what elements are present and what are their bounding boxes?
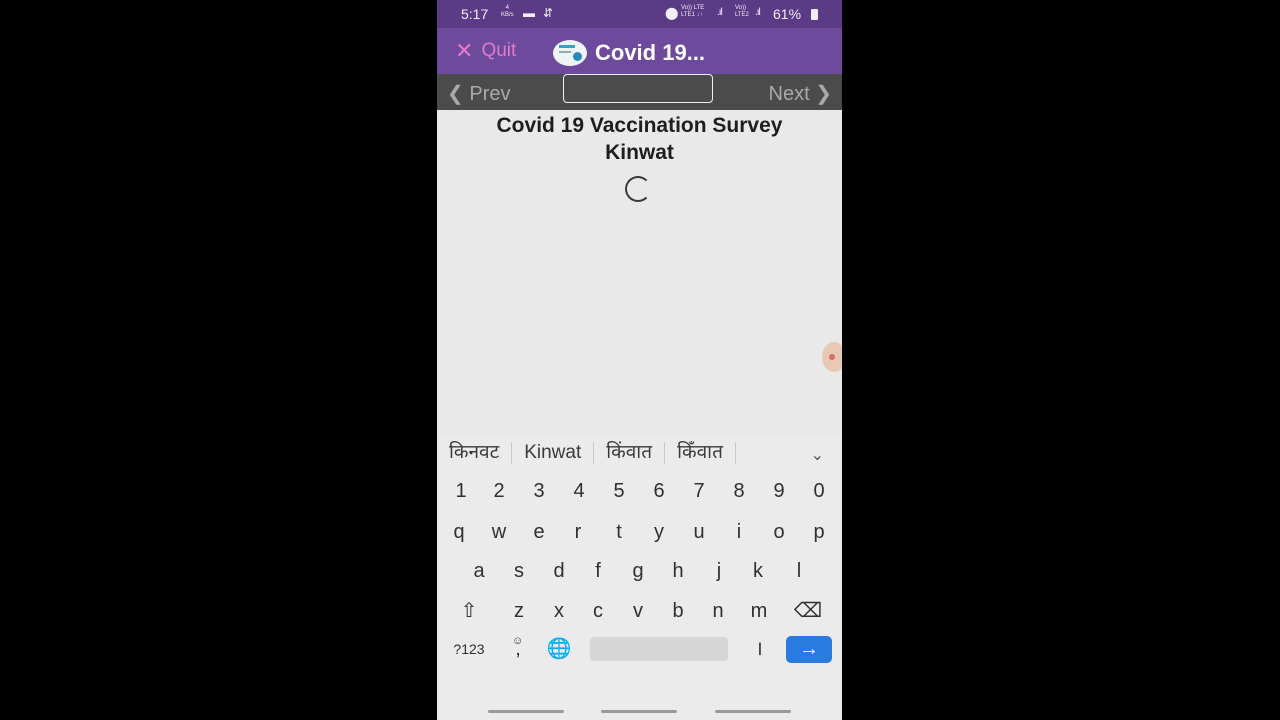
- key-7[interactable]: 7: [684, 473, 714, 509]
- app-title: Covid 19...: [595, 40, 706, 65]
- key-6[interactable]: 6: [644, 473, 674, 509]
- key-n[interactable]: n: [703, 593, 733, 629]
- survey-content: Covid 19 Vaccination Survey Kinwat: [437, 110, 842, 435]
- status-bar: 5:17 4 KB/s ▬ ⇵ ⬤ Vo)) LTE LTE1 ↓↑ .ıl V…: [437, 0, 842, 28]
- symbols-key[interactable]: ?123: [449, 631, 489, 667]
- key-o[interactable]: o: [764, 514, 794, 550]
- space-key[interactable]: [590, 637, 728, 661]
- key-j[interactable]: j: [704, 553, 734, 589]
- emoji-icon: ☺: [512, 635, 524, 647]
- chevron-down-icon[interactable]: ⌄: [811, 445, 824, 465]
- sim2-signal-icon: .ıl: [755, 7, 761, 18]
- keyboard-row-zxcv: ⇧ z x c v b n m ⌫: [437, 593, 842, 631]
- key-v[interactable]: v: [623, 593, 653, 629]
- soft-keyboard: किनवट Kinwat किंवात किँवात ⌄ 1 2 3 4 5 6…: [437, 435, 842, 720]
- loading-spinner-icon: [625, 176, 651, 202]
- battery-icon: [811, 9, 818, 20]
- key-e[interactable]: e: [524, 514, 554, 550]
- key-h[interactable]: h: [663, 553, 693, 589]
- key-2[interactable]: 2: [484, 473, 514, 509]
- suggestion-2[interactable]: Kinwat: [512, 442, 595, 464]
- shift-icon[interactable]: ⇧: [454, 593, 484, 629]
- nav-back-handle[interactable]: [715, 710, 791, 713]
- keyboard-row-numbers: 1 2 3 4 5 6 7 8 9 0: [437, 473, 842, 511]
- quit-button[interactable]: ✕ Quit: [455, 40, 516, 62]
- backspace-icon[interactable]: ⌫: [793, 593, 823, 629]
- phone-screen: 5:17 4 KB/s ▬ ⇵ ⬤ Vo)) LTE LTE1 ↓↑ .ıl V…: [437, 0, 842, 720]
- app-bar: ✕ Quit Covid 19...: [437, 28, 842, 74]
- survey-nav-bar: ❮ Prev Next ❯: [437, 74, 842, 110]
- key-i[interactable]: i: [724, 514, 754, 550]
- key-d[interactable]: d: [544, 553, 574, 589]
- key-k[interactable]: k: [743, 553, 773, 589]
- key-m[interactable]: m: [744, 593, 774, 629]
- arrow-right-icon: →: [799, 638, 819, 660]
- nav-recents-handle[interactable]: [488, 710, 564, 713]
- net-speed-indicator: 4 KB/s: [501, 5, 514, 18]
- key-q[interactable]: q: [444, 514, 474, 550]
- sim1-indicator: Vo)) LTE LTE1 ↓↑: [681, 5, 705, 18]
- prev-label: Prev: [469, 83, 511, 105]
- emoji-comma-key[interactable]: ☺ ,: [503, 631, 533, 667]
- enter-key[interactable]: →: [786, 636, 832, 663]
- suggestion-3[interactable]: किंवात: [594, 442, 666, 464]
- close-icon: ✕: [455, 38, 474, 63]
- key-s[interactable]: s: [504, 553, 534, 589]
- page-indicator-field[interactable]: [563, 74, 713, 103]
- key-u[interactable]: u: [684, 514, 714, 550]
- suggestion-strip: किनवट Kinwat किंवात किँवात ⌄: [437, 435, 842, 471]
- key-4[interactable]: 4: [564, 473, 594, 509]
- key-9[interactable]: 9: [764, 473, 794, 509]
- prev-button[interactable]: ❮ Prev: [447, 81, 510, 106]
- key-g[interactable]: g: [623, 553, 653, 589]
- key-3[interactable]: 3: [524, 473, 554, 509]
- status-time: 5:17: [461, 6, 489, 22]
- suggestion-4[interactable]: किँवात: [665, 442, 736, 464]
- suggestion-1[interactable]: किनवट: [437, 442, 513, 464]
- key-0[interactable]: 0: [804, 473, 834, 509]
- survey-title: Covid 19 Vaccination Survey Kinwat: [496, 114, 783, 164]
- app-logo-icon: [553, 40, 587, 66]
- keyboard-row-asdf: a s d f g h j k l: [437, 553, 842, 591]
- key-5[interactable]: 5: [604, 473, 634, 509]
- key-c[interactable]: c: [583, 593, 613, 629]
- key-x[interactable]: x: [544, 593, 574, 629]
- sim1-signal-icon: .ıl: [717, 7, 723, 18]
- chevron-left-icon: ❮: [447, 83, 464, 105]
- data-transfer-icon: ⇵: [543, 6, 554, 20]
- key-r[interactable]: r: [563, 514, 593, 550]
- key-w[interactable]: w: [484, 514, 514, 550]
- key-t[interactable]: t: [604, 514, 634, 550]
- floating-bubble-icon[interactable]: [822, 342, 842, 372]
- key-b[interactable]: b: [663, 593, 693, 629]
- nav-home-handle[interactable]: [601, 710, 677, 713]
- key-a[interactable]: a: [464, 553, 494, 589]
- key-f[interactable]: f: [583, 553, 613, 589]
- key-p[interactable]: p: [804, 514, 834, 550]
- next-label: Next: [768, 83, 810, 105]
- keyboard-row-qwerty: q w e r t y u i o p: [437, 514, 842, 552]
- key-8[interactable]: 8: [724, 473, 754, 509]
- keyboard-row-bottom: ?123 ☺ , 🌐 । →: [437, 631, 842, 669]
- sim2-indicator: Vo)) LTE2: [735, 5, 749, 18]
- key-1[interactable]: 1: [446, 473, 476, 509]
- period-key[interactable]: ।: [744, 631, 774, 667]
- video-record-icon: ▬: [523, 6, 535, 20]
- key-y[interactable]: y: [644, 514, 674, 550]
- location-icon: ⬤: [665, 6, 679, 20]
- next-button[interactable]: Next ❯: [769, 81, 832, 106]
- key-l[interactable]: l: [784, 553, 814, 589]
- quit-label: Quit: [481, 40, 517, 61]
- battery-percent: 61%: [773, 6, 802, 22]
- globe-icon[interactable]: 🌐: [544, 631, 574, 667]
- chevron-right-icon: ❯: [815, 83, 832, 105]
